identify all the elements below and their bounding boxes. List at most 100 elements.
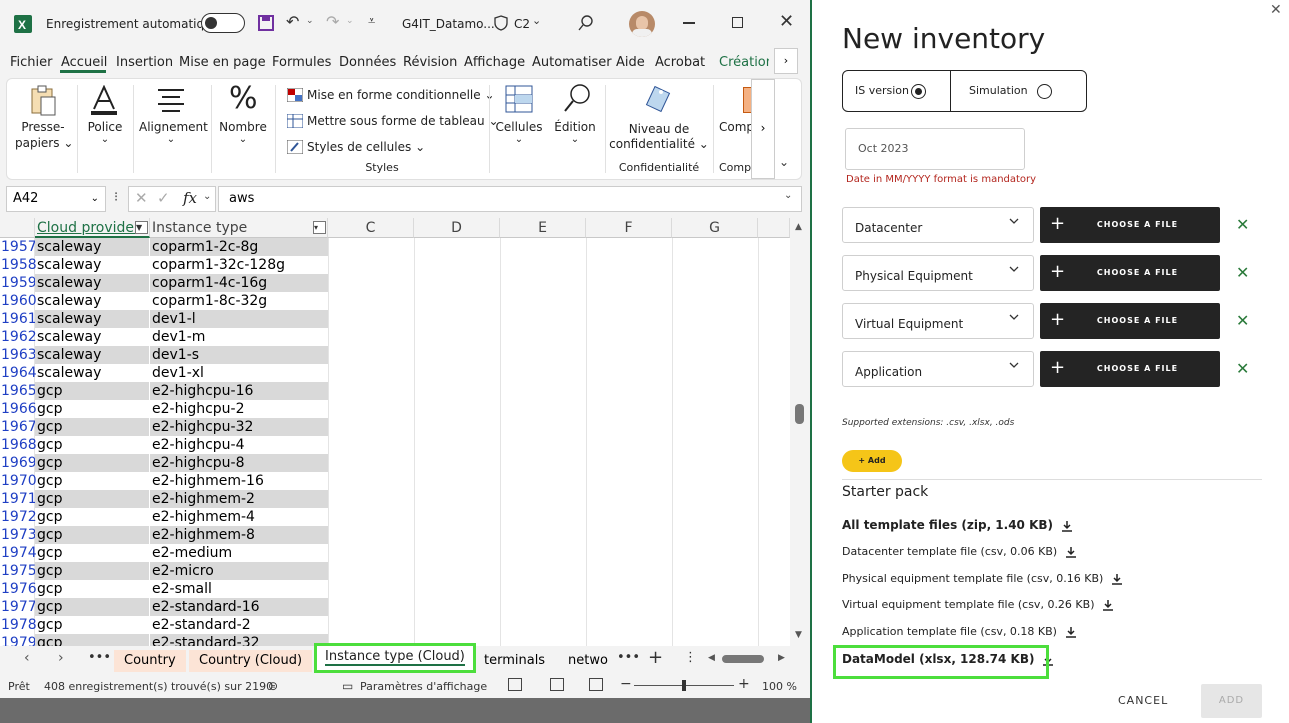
file-type-select[interactable]: Datacenter: [842, 207, 1034, 243]
row-number[interactable]: 1965: [0, 382, 37, 400]
sheet-tab-instance-type-cloud[interactable]: Instance type (Cloud): [314, 643, 476, 673]
cell-instance-type[interactable]: e2-standard-32: [150, 634, 328, 646]
row-number[interactable]: 1969: [0, 454, 37, 472]
cell-instance-type[interactable]: e2-medium: [150, 544, 328, 562]
save-icon[interactable]: [258, 15, 274, 31]
remove-row-icon[interactable]: ✕: [1236, 263, 1249, 282]
more-sheets-icon[interactable]: •••: [88, 650, 111, 665]
formula-input[interactable]: aws: [218, 186, 802, 212]
tab-fichier[interactable]: Fichier: [10, 55, 53, 70]
filter-icon[interactable]: ▼: [135, 221, 148, 234]
choose-file-button[interactable]: + CHOOSE A FILE: [1040, 207, 1220, 243]
row-number[interactable]: 1957: [0, 238, 37, 256]
redo-dropdown-icon[interactable]: ⌄: [346, 16, 354, 26]
cellules-label[interactable]: Cellules: [495, 120, 543, 134]
cells-icon[interactable]: [505, 85, 533, 113]
expand-formula-icon[interactable]: ⌄: [784, 190, 792, 201]
filter-icon[interactable]: ▾: [313, 221, 326, 234]
row-number[interactable]: 1963: [0, 346, 37, 364]
tabs-scroll-right-icon[interactable]: ›: [774, 48, 798, 74]
row-number[interactable]: 1967: [0, 418, 37, 436]
radio-simulation[interactable]: Simulation: [951, 71, 1087, 111]
cell-instance-type[interactable]: e2-highmem-2: [150, 490, 328, 508]
column-h-header[interactable]: [758, 218, 790, 238]
tab-formules[interactable]: Formules: [272, 55, 331, 70]
row-number[interactable]: 1968: [0, 436, 37, 454]
ribbon-scroll-right-icon[interactable]: ›: [751, 79, 775, 179]
row-number[interactable]: 1964: [0, 364, 37, 382]
tab-acrobat[interactable]: Acrobat: [655, 55, 705, 70]
row-number[interactable]: 1976: [0, 580, 37, 598]
remove-row-icon[interactable]: ✕: [1236, 311, 1249, 330]
row-number[interactable]: 1971: [0, 490, 37, 508]
chevron-down-icon[interactable]: ⌄: [532, 14, 541, 27]
comp-label[interactable]: Comp: [719, 120, 751, 134]
hscroll-left-icon[interactable]: ◀: [708, 653, 715, 663]
autosave-toggle[interactable]: [201, 13, 245, 33]
zoom-out-icon[interactable]: −: [620, 676, 632, 692]
cell-instance-type[interactable]: coparm1-8c-32g: [150, 292, 328, 310]
download-link[interactable]: Datacenter template file (csv, 0.06 KB): [842, 545, 1077, 558]
download-link[interactable]: All template files (zip, 1.40 KB): [842, 518, 1073, 532]
file-type-select[interactable]: Virtual Equipment: [842, 303, 1034, 339]
row-number[interactable]: 1975: [0, 562, 37, 580]
cell-instance-type[interactable]: coparm1-32c-128g: [150, 256, 328, 274]
search-magnifier-icon[interactable]: [563, 83, 591, 113]
vertical-scrollbar[interactable]: ▲ ▼: [790, 218, 810, 646]
row-number[interactable]: 1966: [0, 400, 37, 418]
tab-aide[interactable]: Aide: [616, 55, 645, 70]
choose-file-button[interactable]: + CHOOSE A FILE: [1040, 303, 1220, 339]
row-number[interactable]: 1979: [0, 634, 37, 646]
chevron-down-icon[interactable]: ⌄: [85, 134, 125, 145]
cell-instance-type[interactable]: e2-highmem-4: [150, 508, 328, 526]
sheet-tab-network[interactable]: netwo: [558, 650, 610, 672]
clipboard-icon[interactable]: [29, 85, 59, 117]
more-icon[interactable]: ⁝: [114, 190, 118, 205]
cell-instance-type[interactable]: e2-standard-16: [150, 598, 328, 616]
ribbon-expand-icon[interactable]: ⌄: [779, 155, 789, 169]
close-icon[interactable]: ✕: [1270, 2, 1282, 18]
sheet-options-icon[interactable]: ⋮: [684, 650, 697, 665]
select-all-corner[interactable]: [0, 218, 35, 238]
choose-file-button[interactable]: + CHOOSE A FILE: [1040, 351, 1220, 387]
tab-mise-en-page[interactable]: Mise en page: [179, 55, 266, 70]
redo-icon[interactable]: ↷: [326, 12, 339, 31]
row-number[interactable]: 1972: [0, 508, 37, 526]
add-sheet-icon[interactable]: +: [648, 647, 663, 668]
download-link[interactable]: Physical equipment template file (csv, 0…: [842, 572, 1123, 585]
column-c-header[interactable]: C: [328, 218, 414, 238]
scroll-up-icon[interactable]: ▲: [795, 222, 802, 232]
row-number[interactable]: 1973: [0, 526, 37, 544]
row-number[interactable]: 1958: [0, 256, 37, 274]
row-number[interactable]: 1959: [0, 274, 37, 292]
cancel-button[interactable]: CANCEL: [1118, 694, 1168, 707]
row-number[interactable]: 1970: [0, 472, 37, 490]
sensitivity-label-icon[interactable]: [645, 83, 675, 113]
download-icon[interactable]: [1065, 626, 1077, 638]
cell-cloud-provider[interactable]: scaleway: [35, 364, 149, 382]
more-tabs-icon[interactable]: •••: [617, 650, 640, 665]
mettre-sous-forme-de-tableau[interactable]: Mettre sous forme de tableau ⌄: [307, 114, 499, 128]
chevron-down-icon[interactable]: ⌄: [139, 134, 203, 145]
scrollbar-thumb[interactable]: [795, 404, 804, 424]
mise-en-forme-conditionnelle[interactable]: Mise en forme conditionnelle ⌄: [307, 88, 495, 102]
nombre-label[interactable]: Nombre: [217, 120, 269, 134]
cell-cloud-provider[interactable]: gcp: [35, 526, 149, 544]
download-link[interactable]: Virtual equipment template file (csv, 0.…: [842, 598, 1114, 611]
row-number[interactable]: 1960: [0, 292, 37, 310]
accessibility-icon[interactable]: ⊜: [268, 679, 278, 693]
cell-cloud-provider[interactable]: gcp: [35, 508, 149, 526]
prev-sheet-icon[interactable]: ‹: [24, 650, 30, 666]
remove-row-icon[interactable]: ✕: [1236, 215, 1249, 234]
align-icon[interactable]: [157, 87, 185, 113]
download-icon[interactable]: [1111, 573, 1123, 585]
avatar[interactable]: [629, 11, 655, 37]
cell-cloud-provider[interactable]: gcp: [35, 616, 149, 634]
customize-toolbar-icon[interactable]: ⩡: [368, 14, 375, 29]
zoom-level[interactable]: 100 %: [762, 680, 797, 693]
presse-papiers-label-2[interactable]: papiers ⌄: [15, 136, 73, 150]
tab-automatiser[interactable]: Automatiser: [532, 55, 612, 70]
sheet-tab-country-cloud[interactable]: Country (Cloud): [189, 650, 313, 672]
column-g-header[interactable]: G: [672, 218, 758, 238]
page-layout-icon[interactable]: [550, 678, 564, 691]
